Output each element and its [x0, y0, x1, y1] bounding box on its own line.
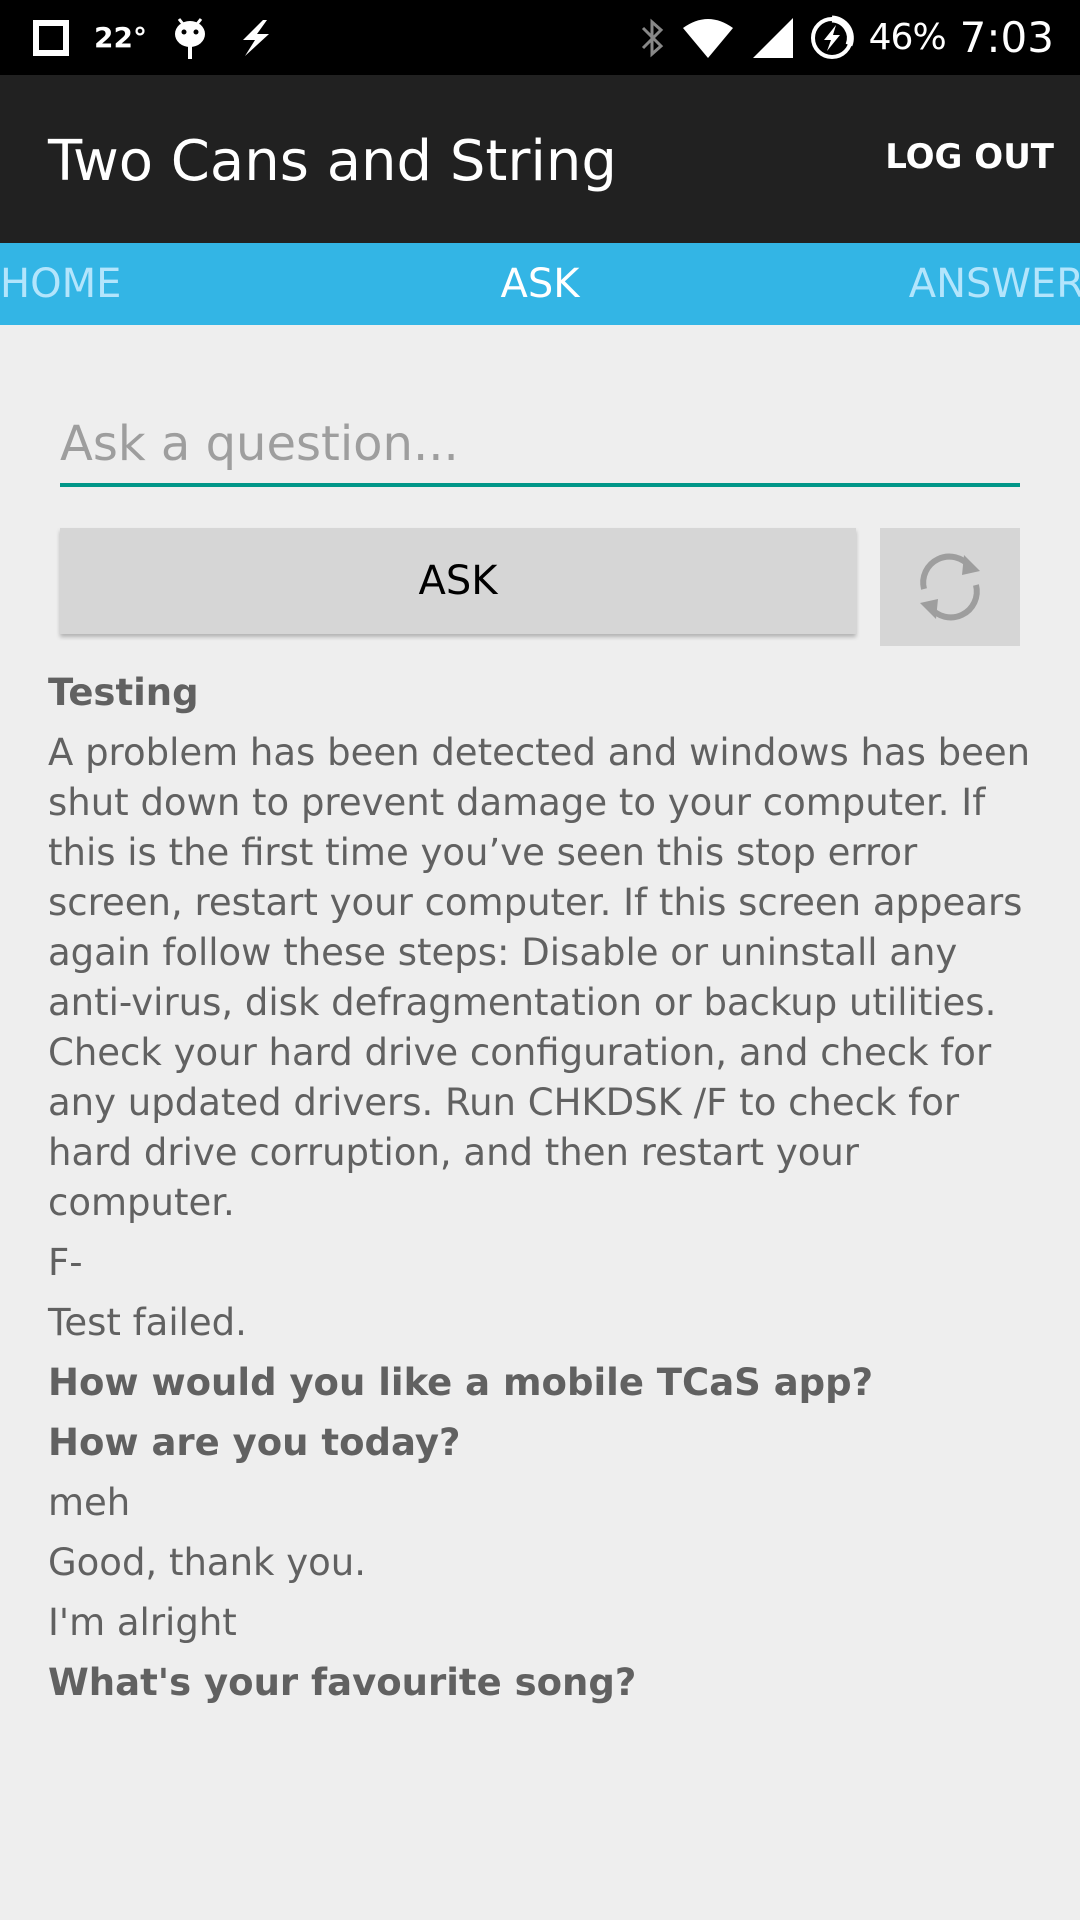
ask-button[interactable]: ASK [60, 528, 856, 634]
answer-item: Good, thank you. [48, 1541, 366, 1584]
question-item: How are you today? [48, 1421, 461, 1464]
status-bar-left: 22° [32, 0, 277, 75]
tab-answer[interactable]: ANSWER [909, 261, 1080, 307]
app-title: Two Cans and String [48, 129, 617, 194]
answer-item: A problem has been detected and windows … [48, 731, 1031, 1224]
refresh-icon [910, 547, 990, 627]
refresh-button[interactable] [880, 528, 1020, 646]
flash-notification-icon [233, 18, 277, 58]
bluetooth-icon [639, 16, 667, 60]
tab-bar: HOME ASK ANSWER [0, 243, 1080, 325]
status-bar-right: 46% 7:03 [639, 0, 1054, 75]
qa-list: Testing A problem has been detected and w… [48, 668, 1033, 1718]
status-bar: 22° 46% 7:03 [0, 0, 1080, 75]
app-bar: Two Cans and String LOG OUT [0, 75, 1080, 243]
signal-icon [749, 16, 795, 60]
question-input[interactable] [60, 405, 1020, 487]
question-item: Testing [48, 671, 199, 714]
square-notification-icon [32, 19, 70, 57]
answer-item: F- [48, 1241, 83, 1284]
answer-item: I'm alright [48, 1601, 237, 1644]
question-item: What's your favourite song? [48, 1661, 637, 1704]
answer-item: Test failed. [48, 1301, 247, 1344]
battery-charging-icon [809, 15, 855, 61]
question-item: How would you like a mobile TCaS app? [48, 1361, 874, 1404]
logout-button[interactable]: LOG OUT [885, 137, 1054, 177]
temperature-text: 22° [94, 21, 147, 54]
battery-percent: 46% [868, 17, 947, 58]
answer-item: meh [48, 1481, 131, 1524]
wifi-icon [681, 16, 735, 60]
clock: 7:03 [959, 13, 1054, 62]
android-notification-icon [171, 16, 209, 60]
